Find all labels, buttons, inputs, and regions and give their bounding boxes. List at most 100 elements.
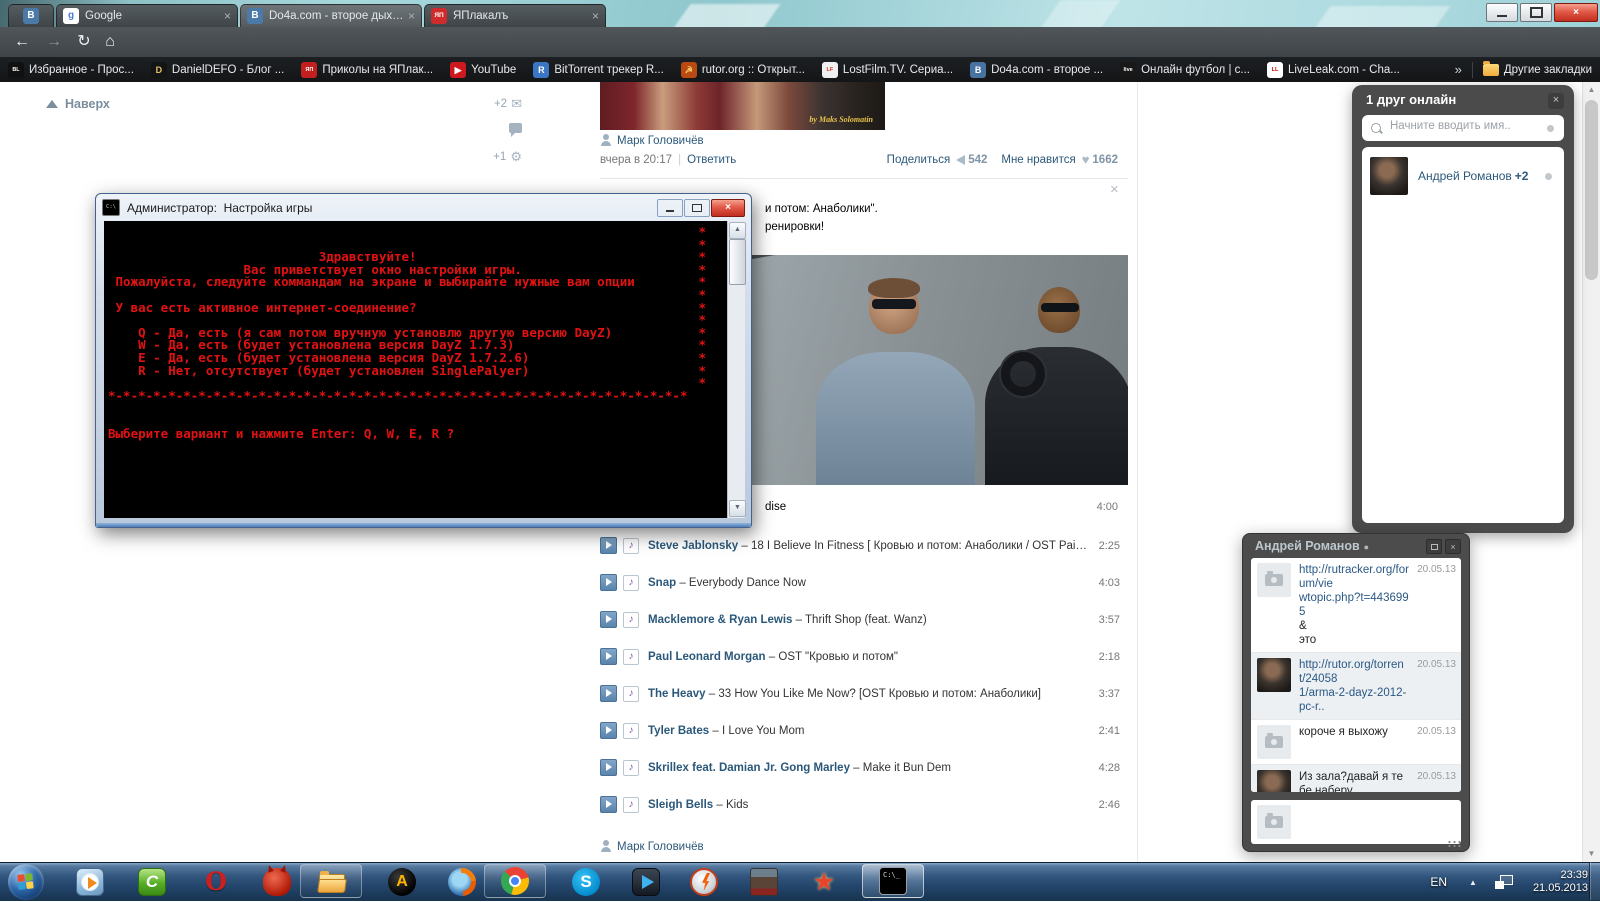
page-scrollbar[interactable]: ▲ ▼ (1582, 82, 1600, 862)
chat-title[interactable]: Андрей Романов ● (1255, 539, 1369, 553)
play-button[interactable] (600, 574, 617, 591)
friend-list-item[interactable]: Андрей Романов +2 (1418, 169, 1528, 183)
network-icon[interactable] (1494, 875, 1513, 889)
taskbar-app-photos[interactable] (750, 868, 778, 896)
start-button[interactable] (8, 864, 44, 900)
back-button[interactable]: ← (10, 30, 34, 54)
home-button[interactable]: ⌂ (98, 30, 122, 54)
play-button[interactable] (600, 685, 617, 702)
cmd-scrollbar[interactable]: ▲ ▼ (727, 221, 746, 518)
hide-post-close-icon[interactable]: × (1110, 182, 1119, 197)
tab-close-icon[interactable]: × (592, 10, 599, 22)
add-audio-icon[interactable]: ♪ (623, 759, 639, 776)
audio-row-3[interactable]: ♪ Paul Leonard Morgan – OST "Кровью и пот… (600, 638, 1120, 675)
add-audio-icon[interactable]: ♪ (623, 537, 639, 554)
audio-row-4[interactable]: ♪ The Heavy – 33 How You Like Me Now? [OS… (600, 675, 1120, 712)
play-button[interactable] (600, 611, 617, 628)
bookmarks-overflow-chevron[interactable]: » (1455, 62, 1462, 77)
play-button[interactable] (600, 722, 617, 739)
audio-row-5[interactable]: ♪ Tyler Bates – I Love You Mom 2:41 (600, 712, 1120, 749)
chat-message-link[interactable]: http://rutor.org/torrent/24058 (1299, 658, 1409, 686)
forward-button[interactable]: → (42, 30, 66, 54)
chat-message-link[interactable]: 1/arma-2-dayz-2012-pc-r.. (1299, 686, 1409, 714)
cmd-titlebar[interactable]: C:\ Администратор: Настройка игры × (96, 194, 751, 221)
bookmark-item-2[interactable]: ЯП Приколы на ЯПлак... (301, 61, 433, 78)
bookmark-item-0[interactable]: BL Избранное - Прос... (8, 61, 134, 78)
clock[interactable]: 23:39 21.05.2013 (1533, 869, 1588, 895)
chat-message-link[interactable]: wtopic.php?t=4436995 (1299, 591, 1409, 619)
add-audio-icon[interactable]: ♪ (623, 611, 639, 628)
cmd-minimize-button[interactable] (657, 198, 683, 217)
taskbar-app-explorer[interactable] (300, 864, 362, 898)
bookmark-item-6[interactable]: LF LostFilm.TV. Сериа... (821, 61, 953, 78)
scroll-up-icon[interactable]: ▲ (1583, 82, 1600, 98)
browser-tab-3[interactable]: ЯП ЯПлакалъ × (424, 4, 606, 27)
window-minimize-button[interactable] (1486, 3, 1518, 22)
audio-artist-link[interactable]: Snap (648, 577, 676, 589)
audio-artist-link[interactable]: Paul Leonard Morgan (648, 651, 766, 663)
audio-artist-link[interactable]: Tyler Bates (648, 725, 709, 737)
taskbar-app-aimp[interactable] (388, 868, 416, 896)
taskbar-app-devil[interactable] (263, 868, 291, 896)
friends-panel-close-icon[interactable]: × (1548, 93, 1564, 109)
taskbar-app-star[interactable] (810, 868, 838, 896)
bookmark-item-1[interactable]: D DanielDEFO - Блог ... (150, 61, 284, 78)
post-photo-strip[interactable]: by Maks Solomatin (600, 82, 885, 130)
tray-expand-icon[interactable]: ▲ (1469, 878, 1477, 887)
audio-row-6[interactable]: ♪ Skrillex feat. Damian Jr. Gong Marley –… (600, 749, 1120, 786)
audio-row-1[interactable]: ♪ Snap – Everybody Dance Now 4:03 (600, 564, 1120, 601)
browser-tab-1[interactable]: g Google × (56, 4, 238, 27)
chat-close-button[interactable]: × (1445, 539, 1461, 554)
audio-row-7[interactable]: ♪ Sleigh Bells – Kids 2:46 (600, 786, 1120, 823)
bookmark-item-9[interactable]: LL LiveLeak.com - Cha... (1266, 61, 1400, 78)
share-link[interactable]: Поделиться (887, 154, 951, 166)
taskbar-app-bittorrent[interactable] (138, 868, 166, 896)
add-audio-icon[interactable]: ♪ (623, 574, 639, 591)
back-to-top-link[interactable]: Наверх (46, 97, 110, 111)
play-button[interactable] (600, 537, 617, 554)
add-audio-icon[interactable]: ♪ (623, 685, 639, 702)
show-desktop-button[interactable] (1589, 862, 1600, 900)
taskbar-app-daemon[interactable] (690, 868, 718, 896)
bookmark-item-7[interactable]: B Do4a.com - второе ... (970, 61, 1103, 78)
scrollbar-thumb[interactable] (1585, 100, 1598, 280)
tab-close-icon[interactable]: × (224, 10, 231, 22)
taskbar-app-skype[interactable] (572, 868, 600, 896)
audio-artist-link[interactable]: Steve Jablonsky (648, 540, 738, 552)
browser-tab-2[interactable]: B Do4a.com - второе дыхани × (240, 4, 422, 27)
next-post-author-link[interactable]: Марк Головичёв (617, 841, 704, 853)
play-button[interactable] (600, 648, 617, 665)
bookmark-item-4[interactable]: R BitTorrent трекер R... (533, 61, 664, 78)
play-button[interactable] (600, 759, 617, 776)
cmd-console[interactable]: * * Здравствуйте! * Вас приветствует окно … (104, 221, 746, 518)
taskbar-app-wmp[interactable] (76, 868, 104, 896)
add-audio-icon[interactable]: ♪ (623, 722, 639, 739)
other-bookmarks-button[interactable]: Другие закладки (1482, 60, 1592, 76)
audio-artist-link[interactable]: Sleigh Bells (648, 799, 713, 811)
bookmark-item-3[interactable]: ▶ YouTube (450, 61, 516, 78)
window-maximize-button[interactable] (1520, 3, 1552, 22)
add-audio-icon[interactable]: ♪ (623, 648, 639, 665)
audio-row-partial[interactable]: dise (765, 501, 786, 513)
audio-artist-link[interactable]: The Heavy (648, 688, 706, 700)
attach-photo-avatar[interactable] (1257, 805, 1291, 839)
taskbar-app-player[interactable] (632, 868, 660, 896)
cmd-maximize-button[interactable] (684, 198, 710, 217)
chat-input-area[interactable] (1251, 800, 1461, 844)
scroll-down-icon[interactable]: ▼ (1583, 846, 1600, 862)
chat-message-list[interactable]: http://rutracker.org/forum/vie wtopic.php… (1251, 558, 1461, 792)
tab-close-icon[interactable]: × (408, 10, 415, 22)
reload-button[interactable]: ↻ (72, 30, 96, 54)
bookmark-item-5[interactable]: ☭ rutor.org :: Открыт... (680, 61, 805, 78)
friends-search-input[interactable] (1388, 119, 1542, 133)
taskbar-app-chrome[interactable] (484, 864, 546, 898)
scroll-down-icon[interactable]: ▼ (729, 500, 746, 517)
comments-badge[interactable] (462, 123, 522, 137)
audio-artist-link[interactable]: Macklemore & Ryan Lewis (648, 614, 792, 626)
browser-tab-0[interactable]: B (8, 4, 54, 27)
chat-message-link[interactable]: http://rutracker.org/forum/vie (1299, 563, 1409, 591)
add-audio-icon[interactable]: ♪ (623, 796, 639, 813)
scroll-up-icon[interactable]: ▲ (729, 222, 746, 239)
chat-message-input[interactable] (1299, 806, 1453, 838)
friends-search-box[interactable] (1362, 115, 1564, 141)
